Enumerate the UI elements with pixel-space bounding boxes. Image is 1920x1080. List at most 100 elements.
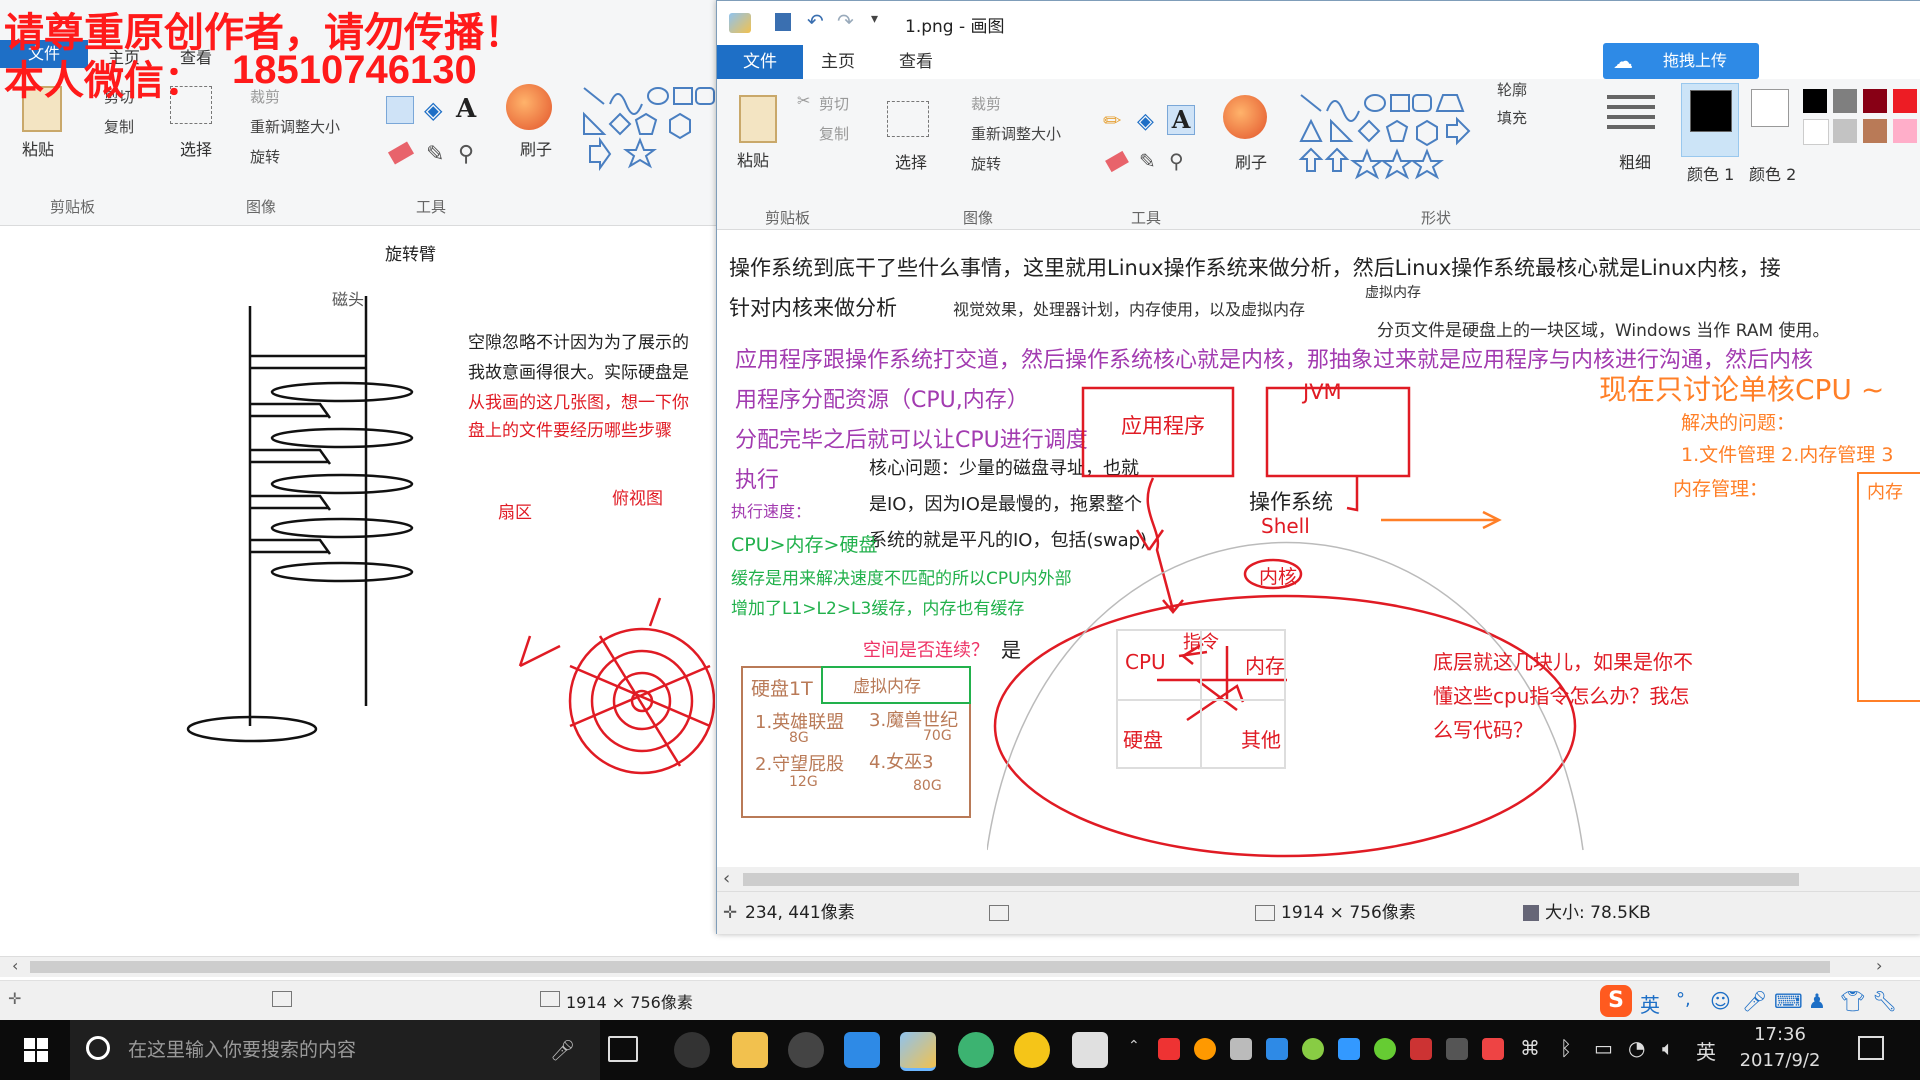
crop-button[interactable]: 裁剪 (971, 93, 1001, 114)
browser-green-icon[interactable] (958, 1032, 994, 1068)
palette-darkred[interactable] (1863, 89, 1887, 113)
color-picker-icon[interactable]: ✎ (1139, 149, 1156, 173)
text-tool-icon[interactable]: A (1167, 105, 1195, 135)
tab-file[interactable]: 文件 (717, 45, 803, 79)
punct-icon[interactable]: °, (1676, 989, 1691, 1010)
app-gear-icon[interactable] (674, 1032, 710, 1068)
bg-rotate-button[interactable]: 旋转 (250, 146, 280, 167)
bg-shapes-gallery[interactable] (580, 84, 720, 174)
clock-time[interactable]: 17:36 (1742, 1024, 1818, 1045)
redo-icon[interactable]: ↷ (837, 9, 854, 33)
horizontal-scrollbar[interactable]: ‹ (717, 867, 1920, 891)
color1-selector[interactable] (1681, 83, 1739, 157)
skin-icon[interactable]: 👕︎ (1840, 989, 1865, 1013)
palette-gray[interactable] (1833, 89, 1857, 113)
app-swirl-icon[interactable] (788, 1032, 824, 1068)
network-icon[interactable]: ⌘ (1520, 1036, 1540, 1060)
palette-pink[interactable] (1893, 119, 1917, 143)
bg-horizontal-scrollbar[interactable]: ‹ › (0, 956, 1920, 977)
save-icon[interactable] (775, 13, 791, 31)
bg-canvas[interactable]: 旋转臂 磁头 空隙忽略不计因为为了展示的 我故意画得很大。实际硬盘是 从我画的这… (0, 226, 715, 956)
sogou-icon[interactable]: S (1600, 985, 1632, 1017)
paste-icon[interactable] (739, 95, 777, 143)
bg-copy-button[interactable]: 复制 (104, 116, 134, 137)
palette-black[interactable] (1803, 89, 1827, 113)
tray-expand-icon[interactable]: ⌃ (1128, 1038, 1140, 1054)
line-size-icon[interactable] (1607, 95, 1655, 99)
user-icon[interactable]: ♟ (1808, 989, 1826, 1013)
action-center-icon[interactable] (1858, 1036, 1884, 1060)
emoji-icon[interactable]: ☺ (1710, 989, 1731, 1013)
palette-red[interactable] (1893, 89, 1917, 113)
cloud-app-icon[interactable] (844, 1032, 880, 1068)
color2-swatch[interactable] (1751, 89, 1789, 127)
clock-date[interactable]: 2017/9/2 (1734, 1050, 1826, 1071)
resize-button[interactable]: 重新调整大小 (971, 123, 1061, 144)
pencil-icon[interactable]: ✏ (1103, 109, 1121, 134)
taskbar-search[interactable]: 在这里输入你要搜索的内容 🎤︎ (70, 1020, 600, 1080)
scroll-left-icon[interactable]: ‹ (723, 868, 730, 889)
battery-icon[interactable]: ▭ (1594, 1036, 1613, 1060)
bg-pencil-icon[interactable] (386, 96, 414, 124)
bg-text-icon[interactable]: A (456, 94, 476, 124)
palette-white[interactable] (1803, 119, 1829, 145)
volume-icon[interactable]: 🔈︎ (1662, 1036, 1674, 1060)
shapes-gallery[interactable] (1297, 91, 1477, 187)
bg-resize-button[interactable]: 重新调整大小 (250, 116, 340, 137)
tray-app-green-icon[interactable] (1302, 1038, 1324, 1060)
upload-label: 拖拽上传 (1663, 51, 1728, 70)
tray-app-red2-icon[interactable] (1482, 1038, 1504, 1060)
browser-yellow-icon[interactable] (1014, 1032, 1050, 1068)
tray-chrome-icon[interactable] (1194, 1038, 1216, 1060)
start-button[interactable] (24, 1038, 48, 1062)
keyboard-icon[interactable]: ⌨ (1774, 989, 1803, 1013)
select-icon[interactable] (887, 101, 929, 137)
eraser-icon[interactable] (1105, 150, 1129, 173)
tools-icon[interactable]: 🔧︎ (1872, 989, 1897, 1013)
rotate-button[interactable]: 旋转 (971, 153, 1001, 174)
brush-icon[interactable] (1223, 95, 1267, 139)
mic-icon[interactable]: 🎤︎ (1742, 989, 1767, 1013)
scroll-thumb[interactable] (743, 873, 1799, 886)
canvas[interactable]: 操作系统到底干了些什么事情，这里就用Linux操作系统来做分析，然后Linux操… (717, 230, 1920, 867)
tray-app-gray-icon[interactable] (1230, 1038, 1252, 1060)
tray-cloud-icon[interactable] (1266, 1038, 1288, 1060)
undo-icon[interactable]: ↶ (807, 9, 824, 33)
magnifier-icon[interactable]: ⚲ (1169, 149, 1184, 173)
tray-app-lime-icon[interactable] (1374, 1038, 1396, 1060)
file-explorer-icon[interactable] (732, 1032, 768, 1068)
search-mic-icon[interactable]: 🎤︎ (550, 1020, 575, 1080)
palette-lightgray[interactable] (1833, 119, 1857, 143)
quick-access-chevron-icon[interactable]: ▾ (871, 11, 878, 27)
task-view-icon[interactable] (608, 1036, 638, 1062)
outline-button[interactable]: 轮廓 (1497, 79, 1527, 100)
tray-app-red-icon[interactable] (1158, 1038, 1180, 1060)
bg-scroll-thumb[interactable] (30, 961, 1830, 973)
cut-button[interactable]: 剪切 (819, 93, 849, 114)
tray-app-dark-icon[interactable] (1446, 1038, 1468, 1060)
wifi-icon[interactable]: ◔ (1628, 1036, 1645, 1060)
bg-fill-icon[interactable]: ◈ (424, 96, 442, 124)
paint-taskbar-icon[interactable] (900, 1032, 936, 1071)
bg-picker-icon[interactable]: ✎ (426, 142, 444, 167)
bg-scroll-left-icon[interactable]: ‹ (12, 956, 18, 975)
fill-icon[interactable]: ◈ (1137, 109, 1154, 134)
bg-brush-icon[interactable] (506, 84, 552, 130)
ime-lang[interactable]: 英 (1640, 989, 1660, 1018)
bg-note-3: 从我画的这几张图，想一下你 (468, 393, 689, 413)
palette-brown[interactable] (1863, 119, 1887, 143)
bg-scroll-right-icon[interactable]: › (1876, 956, 1882, 975)
notepad-icon[interactable] (1072, 1032, 1108, 1068)
fill-button[interactable]: 填充 (1497, 107, 1527, 128)
tab-home[interactable]: 主页 (821, 45, 855, 79)
tray-app-darkred-icon[interactable] (1410, 1038, 1432, 1060)
copy-button[interactable]: 复制 (819, 123, 849, 144)
tab-view[interactable]: 查看 (899, 45, 933, 79)
bluetooth-icon[interactable]: ᛒ (1560, 1036, 1572, 1060)
input-lang[interactable]: 英 (1696, 1036, 1716, 1065)
upload-button[interactable]: ☁ 拖拽上传 (1603, 43, 1759, 79)
color-palette[interactable] (1803, 89, 1920, 169)
tray-app-blue-icon[interactable] (1338, 1038, 1360, 1060)
bg-magnifier-icon[interactable]: ⚲ (458, 142, 474, 167)
bg-eraser-icon[interactable] (387, 141, 415, 165)
